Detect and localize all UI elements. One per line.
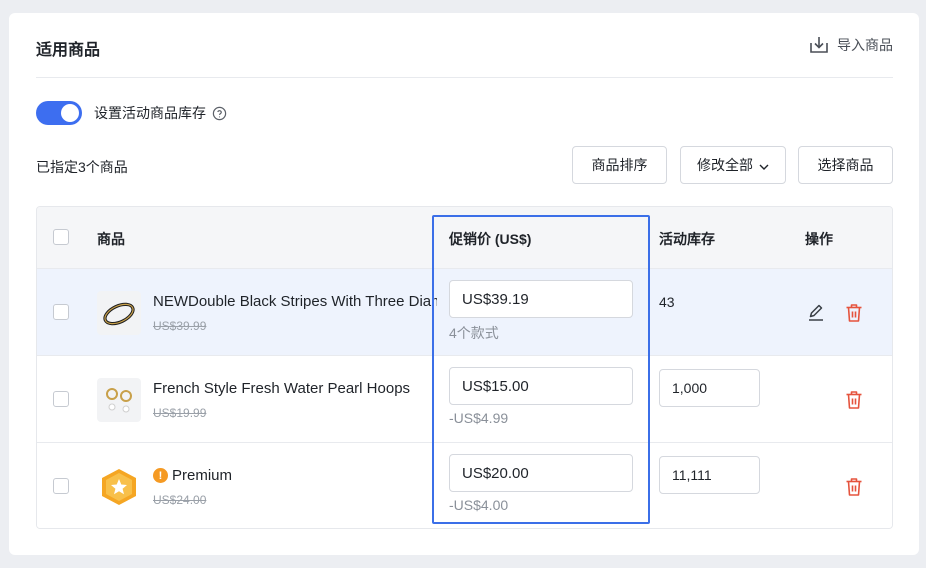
edit-all-label: 修改全部 [697,157,753,173]
product-thumbnail-bracelet [97,291,141,335]
variant-count: 4个款式 [449,325,499,341]
card-title: 适用商品 [36,42,101,59]
product-name: NEWDouble Black Stripes With Three Diamo… [153,293,437,310]
import-icon [809,36,829,54]
promo-price-input[interactable]: US$39.19 [449,280,633,318]
discount-amount: -US$4.00 [449,497,509,513]
delete-icon[interactable] [843,389,865,411]
import-products-label: 导入商品 [837,37,893,53]
select-products-label: 选择商品 [817,157,874,173]
select-all-checkbox[interactable] [53,229,69,245]
delete-icon[interactable] [843,476,865,498]
card-header: 适用商品 导入商品 [36,13,893,78]
product-name: French Style Fresh Water Pearl Hoops [153,380,411,397]
column-header-promo-price: 促销价 (US$) [449,231,532,247]
discount-amount: -US$4.99 [449,410,509,426]
selected-count: 已指定3个商品 [36,159,128,175]
activity-stock-value: 43 [659,294,675,310]
row-checkbox[interactable] [53,304,69,320]
original-price: US$24.00 [153,493,207,507]
activity-stock-toggle[interactable] [36,101,82,125]
sort-products-button[interactable]: 商品排序 [572,146,667,184]
product-name-wrapper: ! Premium [153,467,437,484]
sort-products-label: 商品排序 [591,157,648,173]
question-circle-icon[interactable] [212,106,227,121]
activity-stock-input[interactable]: 1,000 [659,369,760,407]
products-table: 商品 促销价 (US$) 活动库存 操作 NEWDouble Black Str… [36,206,893,529]
activity-stock-toggle-label: 设置活动商品库存 [94,105,206,121]
original-price: US$19.99 [153,406,207,420]
promo-price-input[interactable]: US$20.00 [449,454,633,492]
product-thumbnail-earrings [97,378,141,422]
table-row: ! Premium US$24.00 US$20.00 -US$4.00 11,… [37,442,892,528]
column-header-activity-stock: 活动库存 [659,231,715,247]
table-row: French Style Fresh Water Pearl Hoops US$… [37,355,892,442]
delete-icon[interactable] [843,302,865,324]
table-row: NEWDouble Black Stripes With Three Diamo… [37,268,892,355]
warning-icon: ! [153,468,168,483]
select-products-button[interactable]: 选择商品 [798,146,893,184]
activity-stock-input[interactable]: 11,111 [659,456,760,494]
product-name: Premium [172,467,233,484]
product-thumbnail-premium-badge [97,465,141,509]
original-price: US$39.99 [153,319,207,333]
applicable-products-card: 适用商品 导入商品 设置活动商品库存 已指定3个商品 商品排序 修改全部 选择商… [9,13,919,555]
row-checkbox[interactable] [53,478,69,494]
column-header-actions: 操作 [805,231,833,247]
edit-icon[interactable] [805,302,827,324]
edit-all-dropdown[interactable]: 修改全部 [680,146,786,184]
row-checkbox[interactable] [53,391,69,407]
column-header-product: 商品 [97,231,125,247]
import-products-button[interactable]: 导入商品 [809,35,893,55]
promo-price-input[interactable]: US$15.00 [449,367,633,405]
stock-toggle-row: 设置活动商品库存 [36,101,227,125]
chevron-down-icon [759,157,769,173]
toggle-knob [61,104,79,122]
table-header: 商品 促销价 (US$) 活动库存 操作 [37,207,892,268]
